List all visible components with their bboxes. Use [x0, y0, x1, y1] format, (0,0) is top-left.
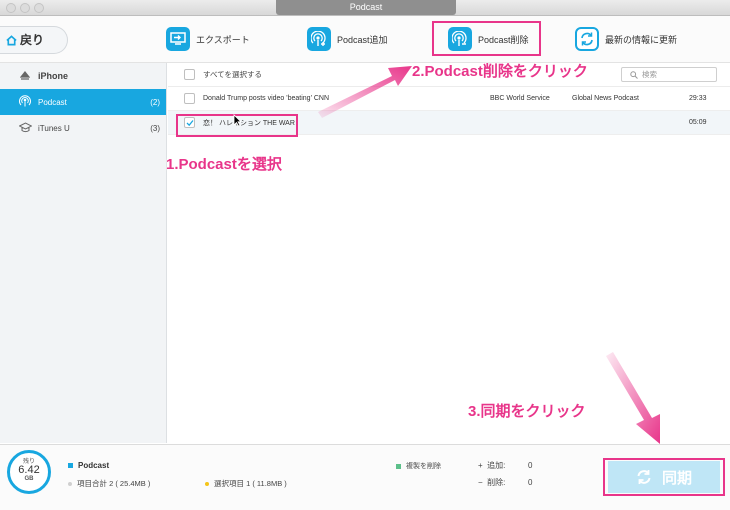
total-items-label: 項目合計 2 ( 25.4MB )	[77, 479, 151, 488]
storage-gauge: 残り 6.42 GB	[7, 450, 51, 494]
selected-items: 選択項目 1 ( 11.8MB )	[205, 478, 287, 489]
arrow-to-sync-button	[606, 352, 660, 444]
footer-section-label: Podcast	[78, 461, 110, 470]
annotation-step3: 3.同期をクリック	[468, 403, 586, 420]
add-count-value: 0	[528, 461, 533, 470]
storage-unit: GB	[24, 476, 34, 482]
delete-count-label: 削除:	[487, 478, 506, 487]
podcast-color-dot	[68, 463, 73, 469]
delete-count: − 削除:	[478, 477, 505, 488]
total-items: 項目合計 2 ( 25.4MB )	[68, 478, 150, 489]
total-dot	[68, 482, 72, 487]
annotation-step1: 1.Podcastを選択	[166, 156, 282, 173]
add-count: + 追加:	[478, 460, 505, 471]
remove-duplicates-button[interactable]: 複製を削除	[396, 461, 441, 471]
remove-duplicates-label: 複製を削除	[406, 463, 441, 470]
storage-value: 6.42	[18, 464, 40, 476]
minus-icon: −	[478, 478, 483, 487]
arrow-to-delete-button	[318, 66, 412, 118]
footer-section: Podcast	[68, 461, 109, 470]
duplicate-dot	[396, 463, 401, 469]
annotation-step2: 2.Podcast削除をクリック	[412, 63, 588, 80]
selected-items-label: 選択項目 1 ( 11.8MB )	[214, 479, 287, 488]
delete-count-value: 0	[528, 478, 533, 487]
add-count-label: 追加:	[487, 461, 506, 470]
annotation-arrows	[318, 66, 660, 444]
sync-button-highlight	[603, 458, 725, 496]
selected-dot	[205, 482, 209, 487]
status-bar: 残り 6.42 GB Podcast 項目合計 2 ( 25.4MB ) 選択項…	[0, 444, 730, 510]
plus-icon: +	[478, 461, 483, 470]
